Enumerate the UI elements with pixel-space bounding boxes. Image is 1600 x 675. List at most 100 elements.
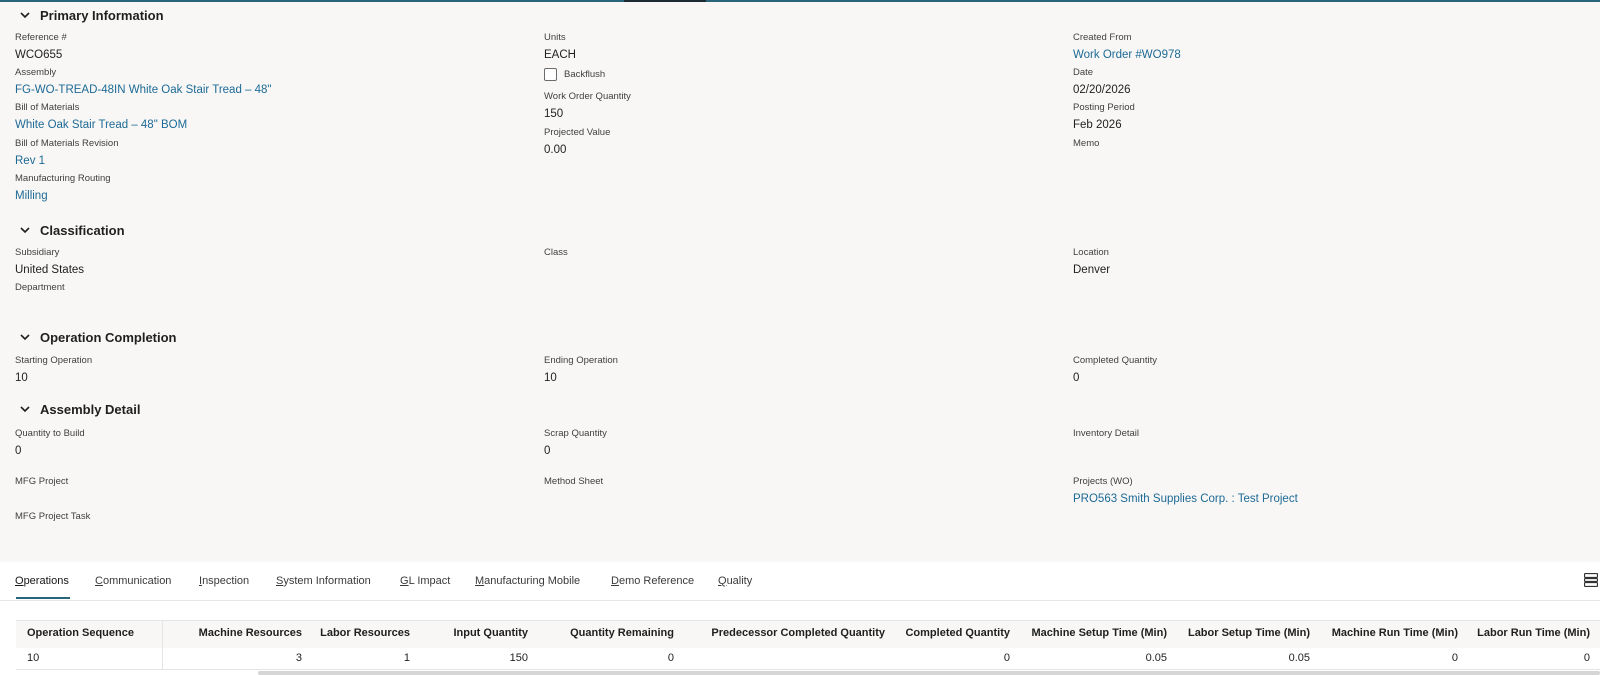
section-title: Assembly Detail (40, 401, 141, 417)
column-header[interactable]: Operation Sequence (27, 627, 134, 639)
cell-machine-run-time[interactable]: 0 (1452, 652, 1458, 664)
tab-access-key: C (95, 575, 103, 587)
section-assembly-detail[interactable]: Assembly Detail (16, 399, 140, 419)
column-header[interactable]: Machine Setup Time (Min) (1032, 627, 1167, 639)
section-classification[interactable]: Classification (16, 220, 125, 240)
cell-input-quantity[interactable]: 150 (510, 652, 528, 664)
section-primary-information[interactable]: Primary Information (16, 5, 164, 25)
chevron-down-icon (20, 406, 30, 413)
tab-label: emo Reference (618, 575, 695, 587)
column-header[interactable]: Labor Run Time (Min) (1477, 627, 1590, 639)
subsidiary-field: Subsidiary United States (15, 247, 515, 278)
tab-communication[interactable]: Communication (95, 575, 171, 587)
section-title: Classification (40, 222, 125, 238)
assembly-link[interactable]: FG-WO-TREAD-48IN White Oak Stair Tread –… (15, 82, 515, 98)
starting-operation-label: Starting Operation (15, 355, 93, 366)
cell-labor-resources[interactable]: 1 (404, 652, 410, 664)
starting-operation-value: 10 (15, 372, 28, 384)
backflush-checkbox[interactable] (544, 68, 557, 81)
projected-value-field: Projected Value 0.00 (544, 127, 1044, 158)
tab-label: ommunication (102, 575, 172, 587)
top-accent-bar (0, 0, 1600, 2)
department-field: Department (15, 282, 515, 297)
section-title: Operation Completion (40, 329, 177, 345)
table-row[interactable] (16, 648, 1600, 670)
backflush-label: Backflush (564, 69, 606, 80)
tab-gl-impact[interactable]: GL Impact (400, 575, 450, 587)
cell-completed-quantity[interactable]: 0 (1004, 652, 1010, 664)
bom-revision-link[interactable]: Rev 1 (15, 153, 515, 169)
tab-access-key: O (15, 575, 24, 587)
reference-field: Reference # WCO655 (15, 32, 515, 63)
created-from-field: Created From Work Order #WO978 (1073, 32, 1573, 63)
assembly-field: Assembly FG-WO-TREAD-48IN White Oak Stai… (15, 67, 515, 98)
completed-quantity-field: Completed Quantity 0 (1073, 355, 1573, 386)
created-from-label: Created From (1073, 32, 1132, 43)
list-view-icon[interactable] (1584, 573, 1598, 587)
bom-link[interactable]: White Oak Stair Tread – 48" BOM (15, 117, 515, 133)
column-header[interactable]: Input Quantity (453, 627, 528, 639)
date-label: Date (1073, 67, 1094, 78)
column-header[interactable]: Machine Run Time (Min) (1332, 627, 1458, 639)
inventory-detail-label: Inventory Detail (1073, 428, 1140, 439)
section-operation-completion[interactable]: Operation Completion (16, 327, 177, 347)
column-header[interactable]: Completed Quantity (905, 627, 1010, 639)
posting-period-label: Posting Period (1073, 102, 1135, 113)
column-header[interactable]: Machine Resources (199, 627, 302, 639)
location-field: Location Denver (1073, 247, 1573, 278)
column-header[interactable]: Labor Setup Time (Min) (1188, 627, 1310, 639)
class-field: Class (544, 247, 1044, 262)
created-from-link[interactable]: Work Order #WO978 (1073, 47, 1573, 63)
tab-manufacturing-mobile[interactable]: Manufacturing Mobile (475, 575, 580, 587)
wo-quantity-label: Work Order Quantity (544, 91, 631, 102)
assembly-label: Assembly (15, 67, 57, 78)
completed-quantity-label: Completed Quantity (1073, 355, 1157, 366)
active-tab-indicator (16, 597, 70, 599)
reference-label: Reference # (15, 32, 67, 43)
tab-access-key: D (611, 575, 619, 587)
memo-field: Memo (1073, 138, 1573, 153)
starting-operation-field: Starting Operation 10 (15, 355, 515, 386)
tab-operations[interactable]: Operations (15, 575, 69, 587)
subsidiary-value: United States (15, 264, 85, 276)
location-label: Location (1073, 247, 1109, 258)
cell-machine-resources[interactable]: 3 (296, 652, 302, 664)
mfg-project-field: MFG Project (15, 476, 515, 491)
scrap-quantity-label: Scrap Quantity (544, 428, 607, 439)
cell-labor-setup-time[interactable]: 0.05 (1289, 652, 1310, 664)
location-value: Denver (1073, 264, 1111, 276)
posting-period-field: Posting Period Feb 2026 (1073, 102, 1573, 133)
cell-labor-run-time[interactable]: 0 (1584, 652, 1590, 664)
mfg-project-task-label: MFG Project Task (15, 511, 91, 522)
cell-operation-sequence[interactable]: 10 (27, 652, 39, 664)
units-field: Units EACH (544, 32, 1044, 63)
tab-label: anufacturing Mobile (484, 575, 581, 587)
ending-operation-field: Ending Operation 10 (544, 355, 1044, 386)
chevron-down-icon (20, 12, 30, 19)
tab-system-information[interactable]: System Information (276, 575, 371, 587)
bom-label: Bill of Materials (15, 102, 80, 113)
projected-value-label: Projected Value (544, 127, 611, 138)
horizontal-scrollbar[interactable] (258, 671, 1600, 675)
column-header[interactable]: Predecessor Completed Quantity (711, 627, 885, 639)
projects-wo-link[interactable]: PRO563 Smith Supplies Corp. : Test Proje… (1073, 491, 1573, 507)
tab-label: L Impact (408, 575, 451, 587)
date-value: 02/20/2026 (1073, 84, 1131, 96)
routing-link[interactable]: Milling (15, 188, 515, 204)
tab-inspection[interactable]: Inspection (199, 575, 249, 587)
projects-wo-field: Projects (WO) PRO563 Smith Supplies Corp… (1073, 476, 1573, 507)
tab-demo-reference[interactable]: Demo Reference (611, 575, 694, 587)
column-header[interactable]: Quantity Remaining (570, 627, 674, 639)
tab-label: ystem Information (283, 575, 371, 587)
tab-quality[interactable]: Quality (718, 575, 752, 587)
backflush-checkbox-row[interactable]: Backflush (544, 68, 605, 81)
column-header[interactable]: Labor Resources (320, 627, 410, 639)
projected-value: 0.00 (544, 144, 567, 156)
subsidiary-label: Subsidiary (15, 247, 60, 258)
tab-access-key: M (475, 575, 485, 587)
routing-field: Manufacturing Routing Milling (15, 173, 515, 204)
top-accent-marker (624, 0, 706, 2)
cell-machine-setup-time[interactable]: 0.05 (1146, 652, 1167, 664)
date-field: Date 02/20/2026 (1073, 67, 1573, 98)
cell-quantity-remaining[interactable]: 0 (668, 652, 674, 664)
